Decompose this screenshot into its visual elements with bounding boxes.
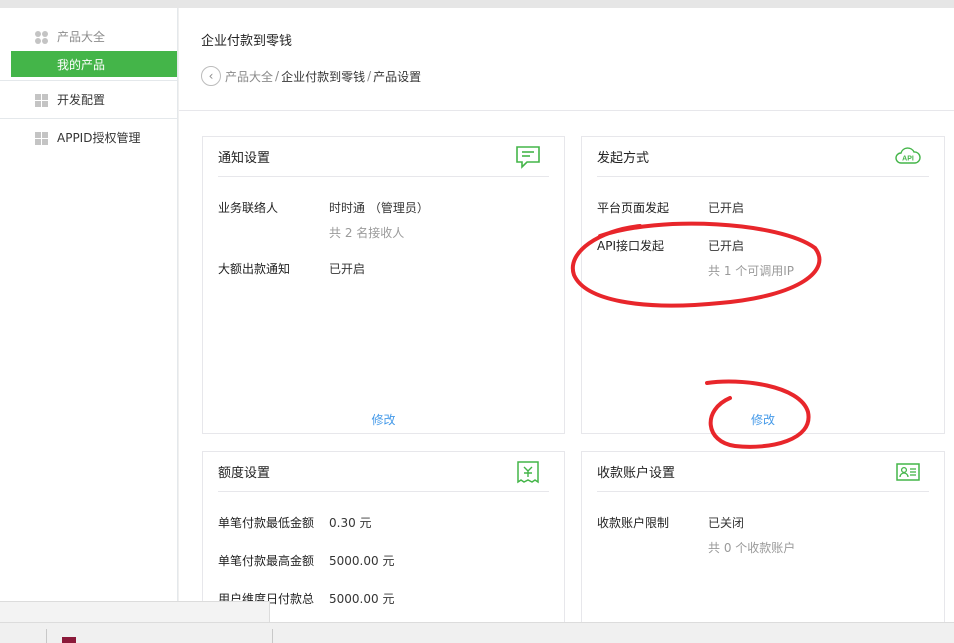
top-strip (0, 0, 954, 8)
api-status: 已开启 (708, 239, 745, 253)
message-icon (515, 145, 541, 169)
field-value: 0.30 元 (329, 516, 372, 530)
floating-panel (0, 601, 270, 622)
grid-icon (35, 94, 48, 107)
card-notify-settings: 通知设置 业务联络人 时时通 （管理员） 共 2 名接收人 大额出款通知 已开启… (202, 136, 565, 434)
nav-group-dev: 开发配置 (0, 81, 177, 119)
field-value: 已开启 共 1 个可调用IP (708, 237, 794, 279)
app-icon[interactable] (62, 637, 76, 643)
field-value: 5000.00 元 (329, 592, 395, 606)
card-header: 收款账户设置 (597, 452, 929, 492)
field-value: 时时通 （管理员） 共 2 名接收人 (329, 199, 429, 241)
sidebar-item-label: 产品大全 (57, 29, 106, 44)
row-max-amount: 单笔付款最高金额 5000.00 元 (218, 552, 394, 569)
card-title: 额度设置 (218, 466, 271, 481)
receipt-icon (515, 460, 541, 484)
edit-link[interactable]: 修改 (203, 411, 564, 428)
main-content: 企业付款到零钱 ‹ 产品大全 / 企业付款到零钱 / 产品设置 通知设置 业务联… (179, 8, 954, 643)
contact-name: 时时通 （管理员） (329, 201, 429, 215)
card-title: 通知设置 (218, 151, 271, 166)
field-value: 5000.00 元 (329, 554, 395, 568)
field-label: 单笔付款最高金额 (218, 554, 315, 568)
taskbar-separator (46, 629, 47, 643)
row-api-initiate: API接口发起 已开启 共 1 个可调用IP (597, 237, 794, 279)
taskbar-separator (272, 629, 273, 643)
sidebar-item-dev-config[interactable]: 开发配置 (0, 84, 177, 114)
limit-status: 已关闭 (708, 516, 745, 530)
row-account-limit: 收款账户限制 已关闭 共 0 个收款账户 (597, 514, 795, 556)
row-min-amount: 单笔付款最低金额 0.30 元 (218, 514, 372, 531)
api-cloud-icon: API (895, 145, 921, 169)
page-title: 企业付款到零钱 (201, 34, 293, 49)
field-label: 大额出款通知 (218, 262, 291, 276)
breadcrumb: ‹ 产品大全 / 企业付款到零钱 / 产品设置 (201, 66, 421, 86)
card-header: 通知设置 (218, 137, 549, 177)
card-header: 发起方式 API (597, 137, 929, 177)
breadcrumb-current: 产品设置 (373, 69, 422, 84)
sidebar-item-my-products[interactable]: 我的产品 (11, 51, 177, 77)
field-value: 已开启 (329, 262, 366, 276)
back-arrow-icon[interactable]: ‹ (201, 66, 221, 86)
card-initiate-method: 发起方式 API 平台页面发起 已开启 API接口发起 已开启 共 1 个可调用… (581, 136, 945, 434)
contact-count: 共 2 名接收人 (329, 226, 405, 240)
taskbar (0, 622, 954, 643)
field-label: 业务联络人 (218, 201, 279, 215)
breadcrumb-link-product[interactable]: 企业付款到零钱 (281, 68, 365, 85)
sidebar-item-label: 我的产品 (57, 57, 106, 72)
field-label: 平台页面发起 (597, 201, 670, 215)
sidebar-item-label: 开发配置 (57, 92, 106, 107)
field-value: 已关闭 共 0 个收款账户 (708, 514, 795, 556)
card-header: 额度设置 (218, 452, 549, 492)
nav-group-appid: APPID授权管理 (0, 119, 177, 156)
field-label: 收款账户限制 (597, 516, 670, 530)
breadcrumb-link-catalog[interactable]: 产品大全 (225, 68, 273, 85)
card-title: 收款账户设置 (597, 466, 676, 481)
edit-link[interactable]: 修改 (582, 411, 944, 428)
row-business-contact: 业务联络人 时时通 （管理员） 共 2 名接收人 (218, 199, 429, 241)
grid-icon (35, 132, 48, 145)
header-divider (179, 110, 954, 111)
field-label: API接口发起 (597, 239, 664, 253)
field-label: 单笔付款最低金额 (218, 516, 315, 530)
api-ip-count: 共 1 个可调用IP (708, 264, 795, 278)
card-title: 发起方式 (597, 151, 650, 166)
sidebar-item-appid-auth[interactable]: APPID授权管理 (0, 122, 177, 152)
row-large-payout-notify: 大额出款通知 已开启 (218, 260, 365, 277)
field-value: 已开启 (708, 201, 745, 215)
id-card-icon (895, 460, 921, 484)
svg-text:API: API (902, 156, 914, 163)
card-payee-account: 收款账户设置 收款账户限制 已关闭 共 0 个收款账户 (581, 451, 945, 643)
sidebar: 产品大全 我的产品 开发配置 APPID授权管理 (0, 8, 178, 603)
apps-icon (35, 31, 48, 44)
row-platform-initiate: 平台页面发起 已开启 (597, 199, 744, 216)
sidebar-item-label: APPID授权管理 (57, 130, 141, 145)
nav-group-products: 产品大全 我的产品 (0, 8, 177, 81)
account-count: 共 0 个收款账户 (708, 541, 796, 555)
breadcrumb-separator: / (367, 69, 372, 83)
sidebar-item-product-catalog[interactable]: 产品大全 (0, 21, 177, 51)
breadcrumb-separator: / (275, 69, 280, 83)
